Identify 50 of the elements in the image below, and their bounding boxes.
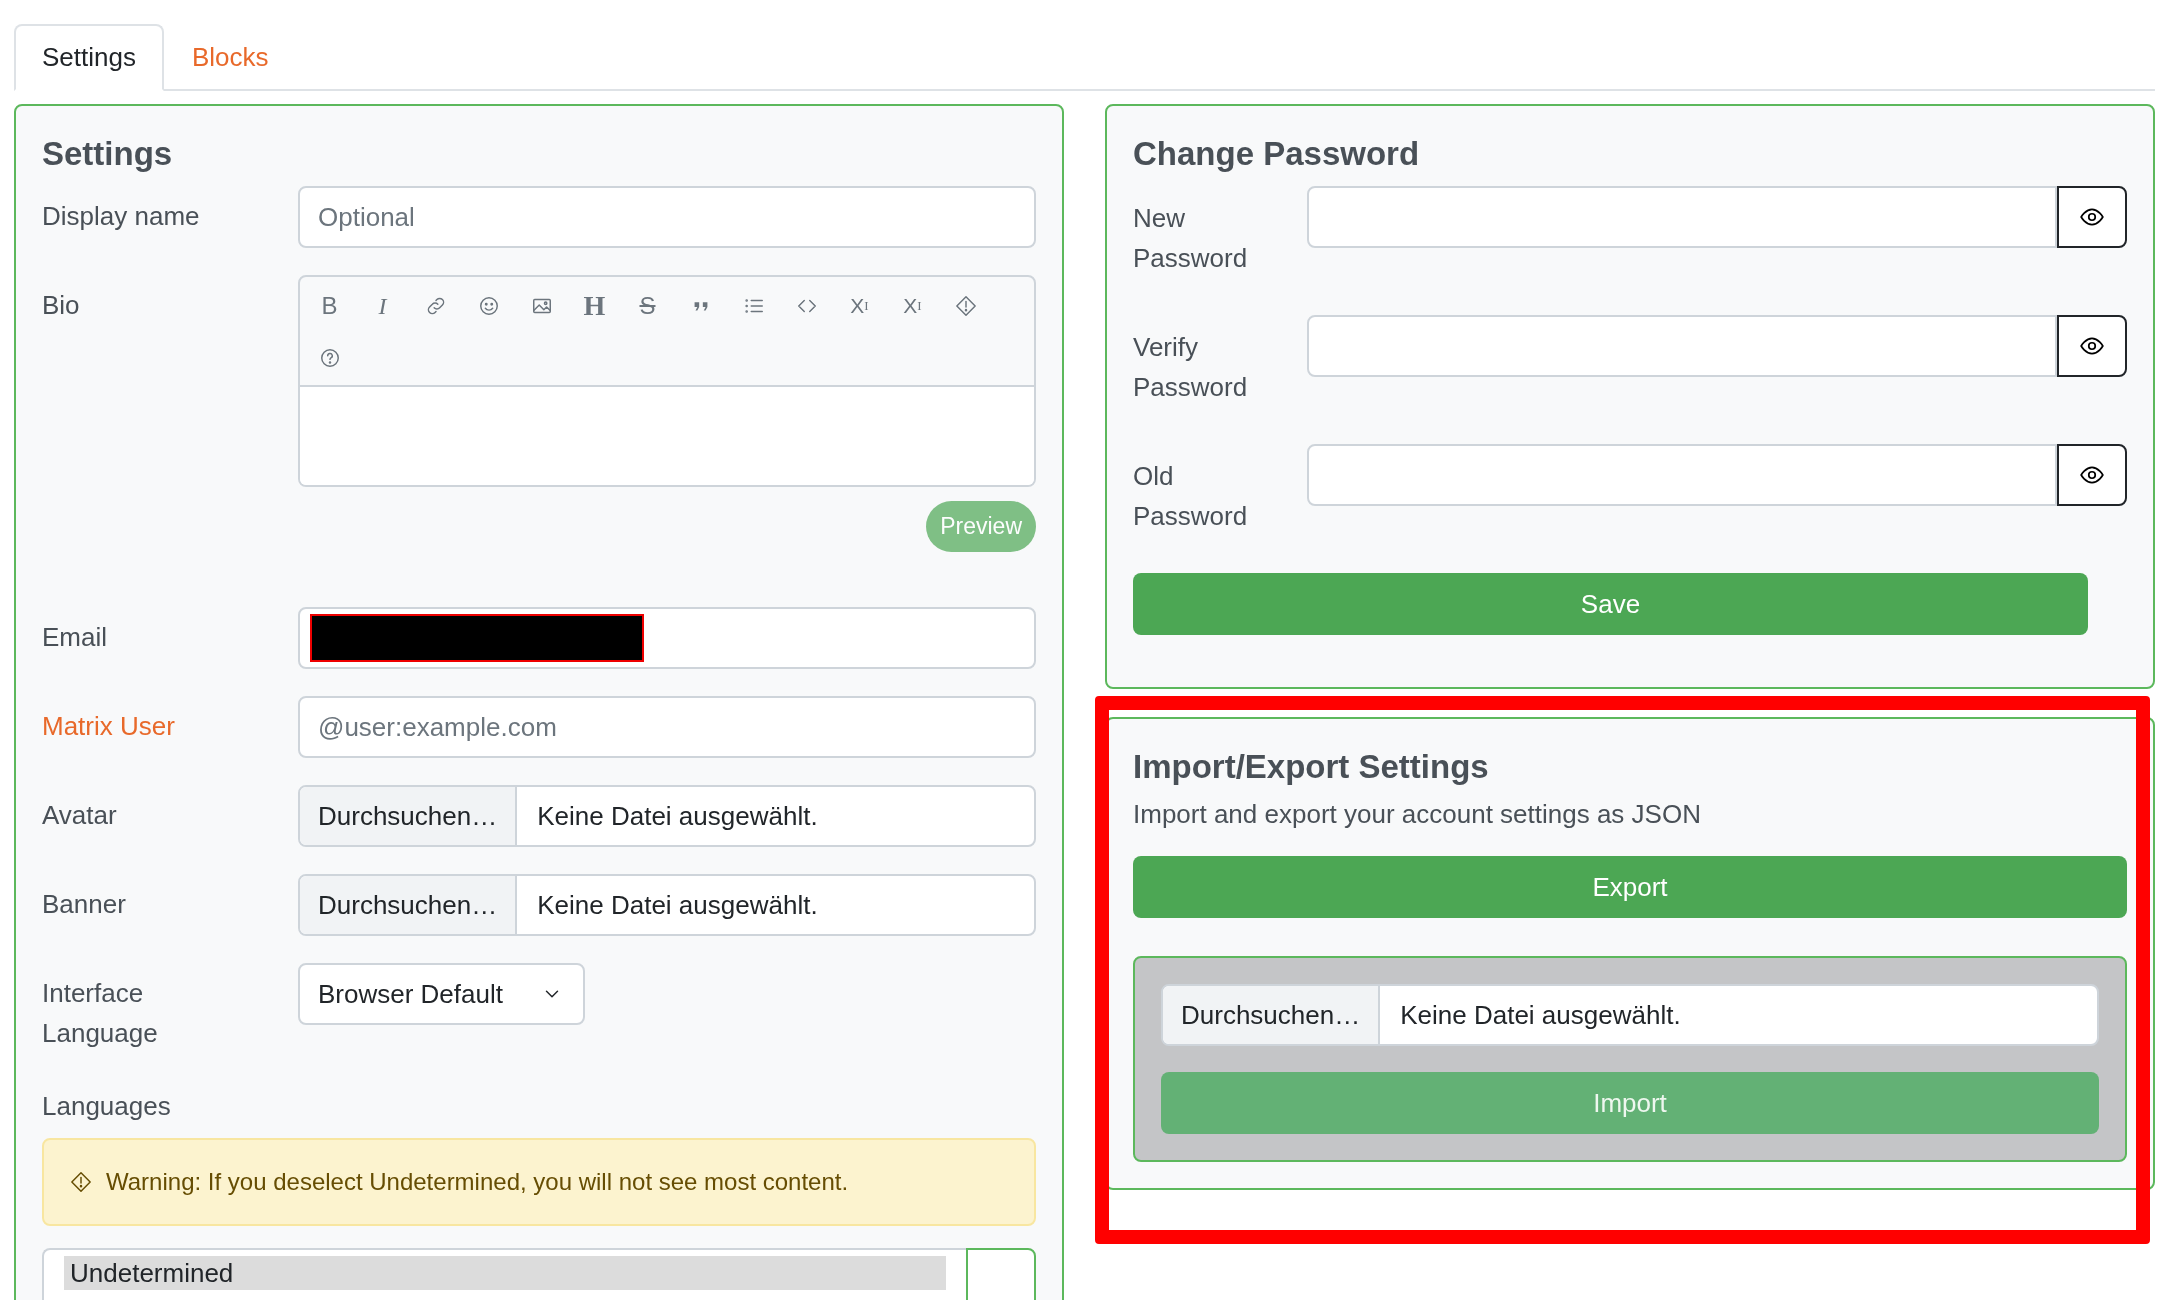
bold-button[interactable]: B <box>308 283 351 329</box>
field-label: Avatar <box>42 799 117 832</box>
file-status: Keine Datei ausgewählt. <box>1399 998 1682 1032</box>
card-description: Import and export your account settings as JSON <box>1133 799 1702 830</box>
field-label: New Password <box>1133 202 1249 275</box>
file-status: Keine Datei ausgewählt. <box>536 799 819 833</box>
browse-button[interactable]: Durchsuchen… <box>300 787 518 845</box>
language-listbox[interactable]: Undetermined <box>42 1248 966 1300</box>
browse-button[interactable]: Durchsuchen… <box>300 876 518 934</box>
field-label: Banner <box>42 888 126 921</box>
field-label: Interface Language <box>42 977 159 1050</box>
field-label: Display name <box>42 200 200 233</box>
warning-icon <box>70 1171 92 1193</box>
field-label: Bio <box>42 289 80 322</box>
save-button[interactable]: Save <box>1133 573 2088 635</box>
file-input[interactable]: Durchsuchen… Keine Datei ausgewählt. <box>1161 984 2099 1046</box>
password-field[interactable] <box>1307 186 2057 248</box>
file-status: Keine Datei ausgewählt. <box>536 888 819 922</box>
card-title: Import/Export Settings <box>1133 747 1490 787</box>
field-label: Verify Password <box>1133 331 1249 404</box>
export-button[interactable]: Export <box>1133 856 2127 918</box>
password-field[interactable] <box>1307 444 2057 506</box>
warning-text: Warning: If you deselect Undetermined, you will not see most content. <box>106 1168 849 1196</box>
text-field[interactable]: Optional <box>298 186 1036 248</box>
tab[interactable]: Settings <box>14 24 164 91</box>
email-field[interactable] <box>298 607 1036 669</box>
strikethrough-button[interactable]: S <box>626 283 669 329</box>
show-password-button[interactable] <box>2057 444 2127 506</box>
field-label: Old Password <box>1133 460 1249 533</box>
dropdown-value: Browser Default <box>318 978 503 1010</box>
field-label-link[interactable]: Matrix User <box>42 706 175 746</box>
field-label: Email <box>42 621 107 654</box>
password-field[interactable] <box>1307 315 2057 377</box>
card-title: Change Password <box>1133 134 1421 174</box>
help-icon[interactable] <box>318 347 341 369</box>
listbox-option[interactable]: Undetermined <box>64 1256 946 1290</box>
tab[interactable]: Blocks <box>163 24 297 91</box>
show-password-button[interactable] <box>2057 186 2127 248</box>
browse-button[interactable]: Durchsuchen… <box>1163 986 1381 1044</box>
file-input[interactable]: Durchsuchen… Keine Datei ausgewählt. <box>298 874 1036 936</box>
file-input[interactable]: Durchsuchen… Keine Datei ausgewählt. <box>298 785 1036 847</box>
show-password-button[interactable] <box>2057 315 2127 377</box>
italic-button[interactable]: I <box>361 283 404 329</box>
smiley-icon[interactable] <box>477 295 500 317</box>
text-field[interactable]: @user:example.com <box>298 696 1036 758</box>
card-title: Settings <box>42 134 174 174</box>
heading-button[interactable]: H <box>573 283 616 329</box>
warning-icon[interactable] <box>954 295 977 317</box>
language-dropdown[interactable]: Browser Default <box>298 963 585 1025</box>
field-label: Languages <box>42 1091 172 1122</box>
